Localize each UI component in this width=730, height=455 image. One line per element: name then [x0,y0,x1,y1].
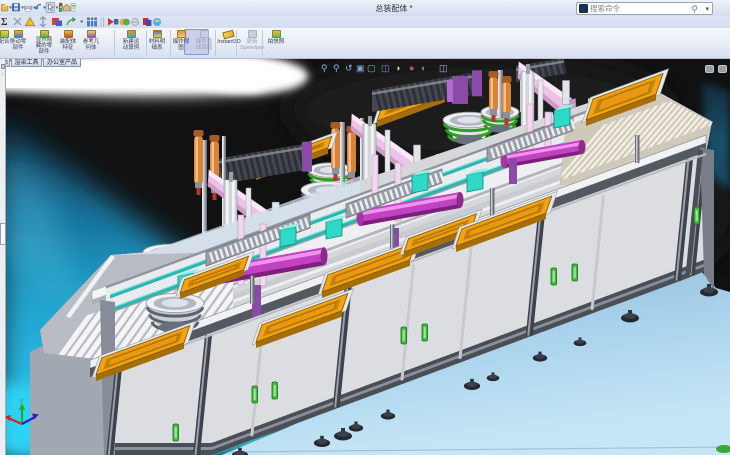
svg-text:Σ: Σ [1,17,8,28]
svg-text:y: y [20,398,23,404]
